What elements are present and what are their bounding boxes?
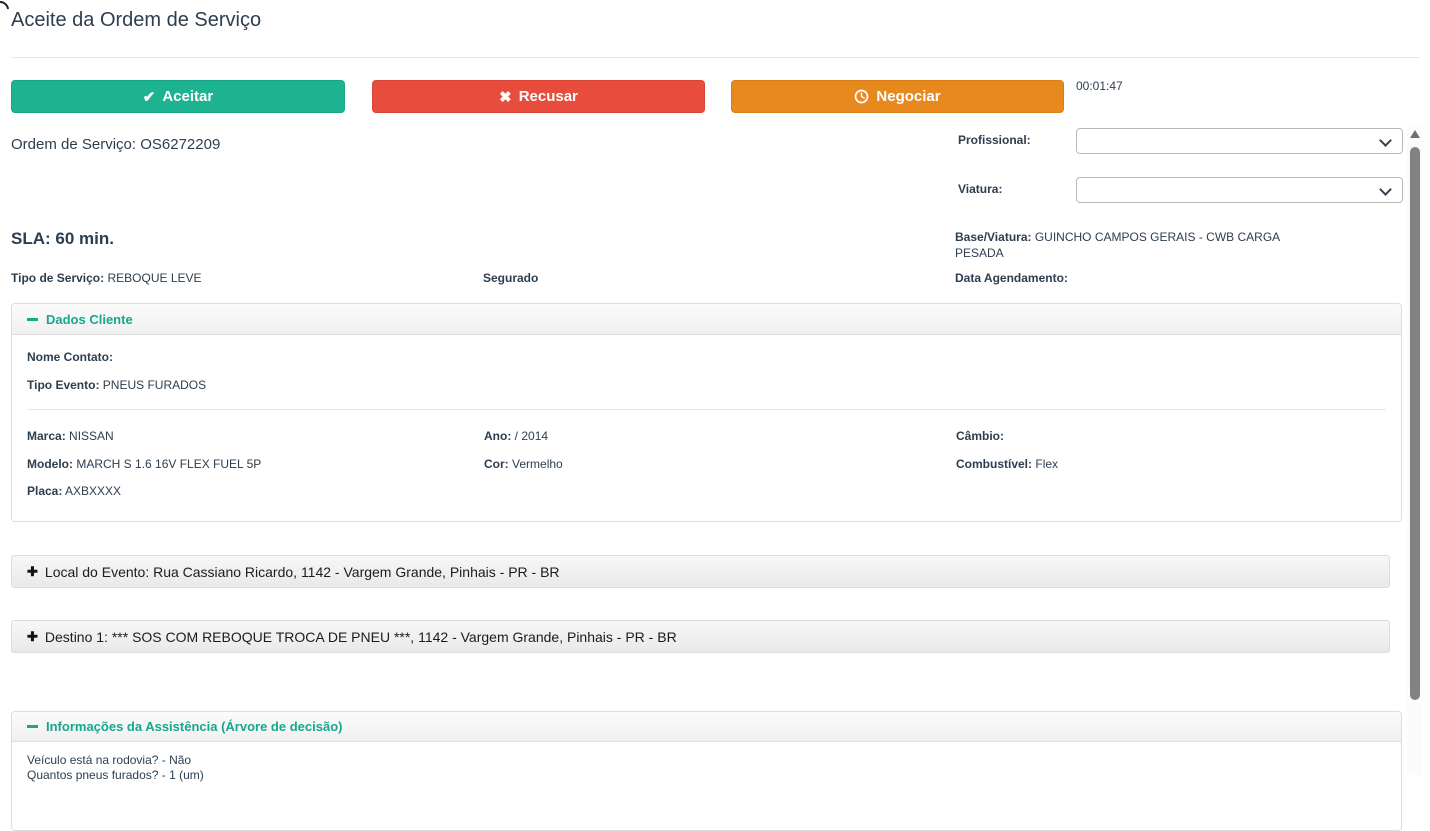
tipo-servico: Tipo de Serviço: REBOQUE LEVE — [11, 271, 202, 285]
cambio: Câmbio: — [956, 429, 1004, 443]
viatura-select[interactable] — [1076, 177, 1403, 203]
local-evento-text: Local do Evento: Rua Cassiano Ricardo, 1… — [44, 563, 560, 580]
chevron-down-icon — [1379, 134, 1392, 147]
cor-value: Vermelho — [512, 457, 563, 471]
tipo-evento-label: Tipo Evento: — [27, 378, 100, 392]
assistencia-panel: Informações da Assistência (Árvore de de… — [11, 711, 1402, 831]
placa-label: Placa: — [27, 484, 63, 498]
destino1-text: Destino 1: *** SOS COM REBOQUE TROCA DE … — [44, 628, 677, 645]
marca-label: Marca: — [27, 429, 66, 443]
nome-contato: Nome Contato: — [27, 350, 113, 364]
data-agendamento: Data Agendamento: — [955, 271, 1068, 285]
combustivel-label: Combustível: — [956, 457, 1033, 471]
x-icon: ✖ — [499, 88, 512, 106]
title-divider — [11, 57, 1420, 58]
assistencia-line: Veículo está na rodovia? - Não — [27, 753, 192, 767]
viatura-select-value — [1077, 178, 1402, 183]
base-viatura: Base/Viatura: GUINCHO CAMPOS GERAIS - CW… — [955, 229, 1300, 261]
dados-cliente-header[interactable]: Dados Cliente — [12, 304, 1401, 335]
collapse-minus-icon — [27, 317, 38, 321]
assistencia-title: Informações da Assistência (Árvore de de… — [46, 719, 343, 734]
sla-text: SLA: 60 min. — [11, 229, 114, 248]
check-icon: ✔ — [142, 88, 156, 106]
modelo-value: MARCH S 1.6 16V FLEX FUEL 5P — [76, 457, 262, 471]
modelo: Modelo: MARCH S 1.6 16V FLEX FUEL 5P — [27, 457, 261, 471]
ano-label: Ano: — [484, 429, 512, 443]
tipo-evento-value: PNEUS FURADOS — [102, 378, 207, 392]
chevron-down-icon — [1379, 183, 1392, 196]
refuse-button-label: Recusar — [518, 88, 578, 105]
countdown-timer: 00:01:47 — [1076, 79, 1123, 93]
nome-contato-label: Nome Contato: — [27, 350, 113, 364]
base-viatura-label: Base/Viatura: — [955, 230, 1032, 244]
profissional-label: Profissional: — [958, 133, 1031, 147]
viatura-label: Viatura: — [958, 182, 1003, 196]
dados-cliente-title: Dados Cliente — [46, 311, 133, 327]
accept-button-label: Aceitar — [162, 88, 214, 105]
segurado-label: Segurado — [483, 271, 539, 285]
negotiate-button[interactable]: Negociar — [731, 80, 1064, 113]
collapse-minus-icon — [27, 725, 38, 728]
marca-value: NISSAN — [69, 429, 114, 443]
tipo-servico-label: Tipo de Serviço: — [11, 271, 105, 285]
ano: Ano: / 2014 — [484, 429, 548, 443]
placa: Placa: AXBXXXX — [27, 484, 121, 498]
scrollbar-thumb[interactable] — [1410, 147, 1420, 700]
destino1-bar[interactable]: ✚ Destino 1: *** SOS COM REBOQUE TROCA D… — [11, 620, 1390, 653]
refuse-button[interactable]: ✖ Recusar — [372, 80, 705, 113]
clock-icon — [854, 89, 869, 104]
dados-cliente-panel: Dados Cliente Nome Contato: Tipo Evento:… — [11, 303, 1402, 522]
expand-plus-icon: ✚ — [27, 629, 38, 644]
profissional-select[interactable] — [1076, 128, 1403, 154]
expand-plus-icon: ✚ — [27, 564, 38, 579]
tipo-evento: Tipo Evento: PNEUS FURADOS — [27, 378, 206, 392]
assistencia-body: Veículo está na rodovia? - Não Quantos p… — [12, 742, 1401, 794]
order-number: Ordem de Serviço: OS6272209 — [11, 136, 221, 153]
accept-button[interactable]: ✔ Aceitar — [11, 80, 345, 113]
cambio-label: Câmbio: — [956, 429, 1004, 443]
tipo-servico-value: REBOQUE LEVE — [107, 271, 202, 285]
data-agendamento-label: Data Agendamento: — [955, 271, 1068, 285]
ano-value: / 2014 — [514, 429, 549, 443]
cor-label: Cor: — [484, 457, 509, 471]
profissional-select-value — [1077, 129, 1402, 134]
local-evento-bar[interactable]: ✚ Local do Evento: Rua Cassiano Ricardo,… — [11, 555, 1390, 588]
modelo-label: Modelo: — [27, 457, 73, 471]
negotiate-button-label: Negociar — [876, 88, 941, 105]
vertical-scrollbar[interactable] — [1407, 125, 1423, 775]
placa-value: AXBXXXX — [65, 484, 122, 498]
combustivel: Combustível: Flex — [956, 457, 1058, 471]
assistencia-header[interactable]: Informações da Assistência (Árvore de de… — [12, 712, 1401, 742]
marca: Marca: NISSAN — [27, 429, 114, 443]
cor: Cor: Vermelho — [484, 457, 563, 471]
combustivel-value: Flex — [1035, 457, 1059, 471]
scroll-up-arrow-icon[interactable] — [1410, 130, 1420, 138]
assistencia-line: Quantos pneus furados? - 1 (um) — [27, 768, 204, 782]
section-divider — [27, 409, 1386, 410]
page-title: Aceite da Ordem de Serviço — [11, 9, 262, 31]
